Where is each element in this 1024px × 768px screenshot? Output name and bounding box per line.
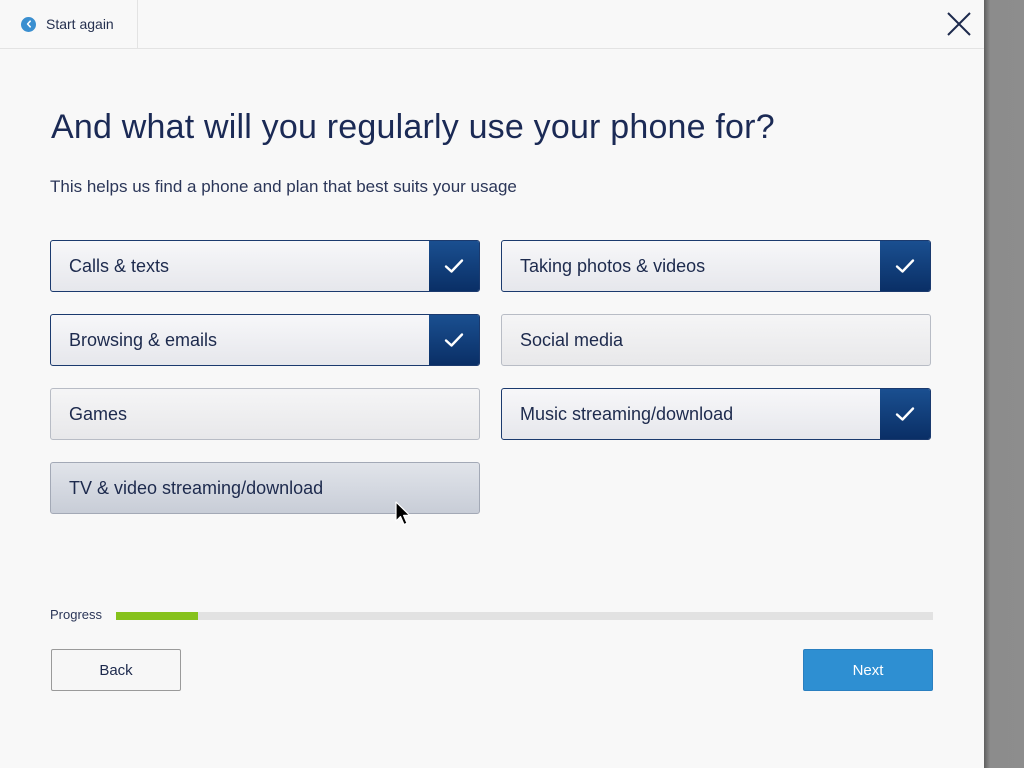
background-overlay <box>984 0 1024 768</box>
option-calls-texts[interactable]: Calls & texts <box>50 240 480 292</box>
option-label: Music streaming/download <box>520 403 734 424</box>
option-taking-photos-videos[interactable]: Taking photos & videos <box>501 240 931 292</box>
option-tv-video-streaming[interactable]: TV & video streaming/download <box>50 462 480 514</box>
option-label: Games <box>69 403 128 424</box>
option-label: Taking photos & videos <box>520 255 706 276</box>
next-button[interactable]: Next <box>803 649 933 691</box>
option-social-media[interactable]: Social media <box>501 314 931 366</box>
option-label: Calls & texts <box>69 255 170 276</box>
usage-dialog: Start again And what will you regularly … <box>0 0 984 768</box>
back-button[interactable]: Back <box>51 649 181 691</box>
progress-bar <box>116 612 933 620</box>
start-again-label: Start again <box>46 16 114 32</box>
close-icon[interactable] <box>945 10 973 38</box>
start-again-button[interactable]: Start again <box>0 0 138 48</box>
progress-bar-fill <box>116 612 198 620</box>
checkmark-icon <box>429 241 479 291</box>
option-label: TV & video streaming/download <box>69 477 324 498</box>
page-subtitle: This helps us find a phone and plan that… <box>50 177 517 196</box>
progress-label: Progress <box>50 607 103 622</box>
option-browsing-emails[interactable]: Browsing & emails <box>50 314 480 366</box>
top-bar: Start again <box>0 0 984 49</box>
option-label: Browsing & emails <box>69 329 218 350</box>
checkmark-icon <box>429 315 479 365</box>
option-music-streaming[interactable]: Music streaming/download <box>501 388 931 440</box>
checkmark-icon <box>880 389 930 439</box>
checkmark-icon <box>880 241 930 291</box>
page-title: And what will you regularly use your pho… <box>51 108 775 146</box>
option-games[interactable]: Games <box>50 388 480 440</box>
chevron-left-icon <box>21 16 36 32</box>
option-label: Social media <box>520 329 624 350</box>
